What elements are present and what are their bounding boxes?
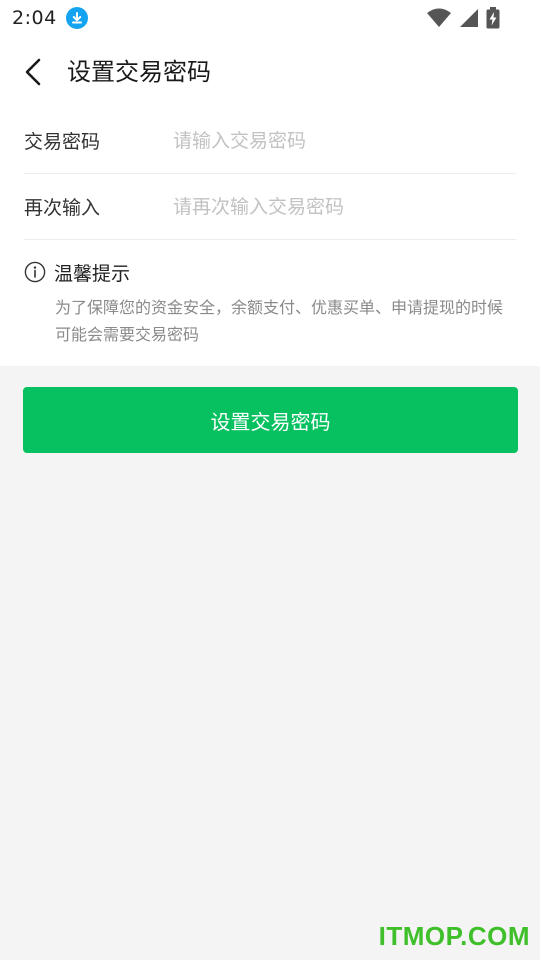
set-password-button[interactable]: 设置交易密码	[23, 387, 518, 453]
page-title: 设置交易密码	[67, 58, 211, 86]
confirm-password-input[interactable]	[173, 186, 516, 227]
tip-box: 温馨提示 为了保障您的资金安全，余额支付、优惠买单、申请提现的时候可能会需要交易…	[24, 256, 516, 348]
confirm-password-label: 再次输入	[24, 197, 101, 219]
wifi-icon	[426, 7, 452, 33]
tip-text: 为了保障您的资金安全，余额支付、优惠买单、申请提现的时候可能会需要交易密码	[55, 298, 504, 344]
password-input[interactable]	[173, 120, 516, 161]
password-row: 交易密码	[24, 108, 516, 174]
info-icon	[24, 261, 46, 283]
signal-icon	[458, 7, 480, 33]
status-icons	[426, 7, 500, 33]
title-bar: 设置交易密码	[0, 36, 540, 108]
watermark: ITMOP.COM	[378, 921, 530, 951]
confirm-password-row: 再次输入	[24, 174, 516, 240]
status-bar: 2:04	[0, 0, 540, 36]
back-button[interactable]	[14, 50, 54, 94]
status-time: 2:04	[12, 7, 57, 29]
tip-title: 温馨提示	[54, 262, 131, 285]
download-icon	[65, 7, 88, 29]
password-label: 交易密码	[24, 131, 101, 153]
form-card: 设置交易密码 交易密码 再次输入 温馨提示 为了保障您的资金安全，余额支付、优惠…	[0, 36, 540, 366]
tip-header: 温馨提示	[24, 256, 516, 288]
screen: 2:04 设置交易密码 交易密码 再次输入 温馨提示 为了保障您的资金安全，余额…	[0, 0, 540, 960]
battery-charging-icon	[486, 7, 500, 33]
chevron-left-icon	[25, 58, 41, 86]
